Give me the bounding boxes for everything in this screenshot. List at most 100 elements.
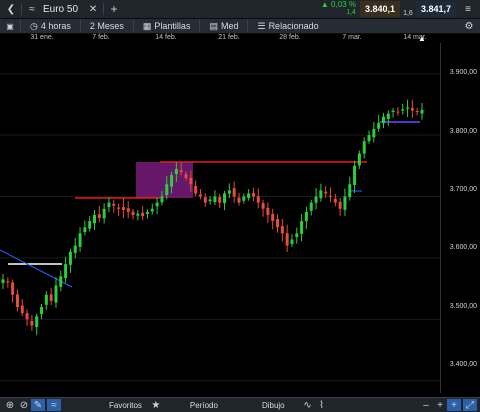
candle-body xyxy=(121,207,125,211)
interval-selector[interactable]: ◷ 4 horas xyxy=(24,19,77,33)
candle-body xyxy=(251,192,255,197)
chart-type-icon[interactable]: ≈ xyxy=(25,4,39,15)
candle-body xyxy=(223,193,227,204)
layout-icon[interactable]: ▣ xyxy=(3,22,17,31)
candle-body xyxy=(237,197,241,203)
candle-body xyxy=(59,276,63,287)
candle-body xyxy=(406,107,410,109)
indicator-icon: ▤ xyxy=(209,20,218,31)
indicator-label: Med xyxy=(220,21,239,31)
date-label: 28 feb. xyxy=(279,34,301,41)
chart-toolbar: ▣ ◷ 4 horas 2 Meses ▦ Plantillas ▤ Med ☰… xyxy=(0,19,480,34)
chart-grid xyxy=(0,73,440,382)
candle-body xyxy=(107,202,111,208)
candle-body xyxy=(261,203,265,209)
spread: 1,6 xyxy=(403,10,413,17)
candle-body xyxy=(112,203,116,206)
candle-body xyxy=(88,221,92,229)
top-bar: ❮ ≈ Euro 50 ✕ + ▲ 0,03 % 1,4 3.840,1 1,6… xyxy=(0,0,480,19)
candle-body xyxy=(377,122,381,129)
candle-body xyxy=(218,196,222,203)
candle-body xyxy=(136,213,140,216)
candle-body xyxy=(174,168,178,175)
candle-body xyxy=(420,109,424,114)
candle-body xyxy=(242,196,246,201)
bottom-bar: ⊕ ⊘ ✎ ≈ Favoritos ★ Período Dibujo ∿ ⌇ –… xyxy=(0,397,480,412)
candle-body xyxy=(213,196,217,203)
ask-price: 3.841,7 xyxy=(420,4,451,14)
price-axis: 3.900,00 3.800,00 3.700,00 3.600,00 3.50… xyxy=(440,43,480,393)
back-arrow-icon[interactable]: ❮ xyxy=(4,4,18,15)
price-label: 3.900,00 xyxy=(449,69,477,76)
separator xyxy=(247,20,249,32)
zoom-in-icon[interactable]: + xyxy=(433,400,447,411)
drawing-tab[interactable]: Dibujo xyxy=(254,401,293,410)
candle-body xyxy=(150,208,154,212)
related-label: Relacionado xyxy=(268,21,319,31)
candle-body xyxy=(338,201,342,209)
templates-label: Plantillas xyxy=(154,21,191,31)
cursor-icon[interactable]: ⊕ xyxy=(3,400,17,411)
favorites-tab[interactable]: Favoritos xyxy=(101,401,150,410)
fullscreen-icon[interactable]: ⤢ xyxy=(463,399,477,411)
pencil-icon[interactable]: ✎ xyxy=(31,399,45,411)
range-label: 2 Meses xyxy=(89,21,124,31)
separator xyxy=(21,3,22,15)
candle-body xyxy=(40,307,44,314)
menu-icon[interactable]: ≡ xyxy=(460,4,476,15)
candle-body xyxy=(300,221,304,234)
ruler-icon[interactable]: ⌇ xyxy=(315,400,329,411)
date-label: 14 feb. xyxy=(155,34,177,41)
candle-body xyxy=(328,195,332,197)
candle-body xyxy=(1,279,5,284)
candle-body xyxy=(285,233,289,246)
candle-body xyxy=(227,190,231,194)
period-tab[interactable]: Período xyxy=(182,401,226,410)
candle-body xyxy=(304,211,308,222)
candle-body xyxy=(194,185,198,194)
zoom-out-icon[interactable]: – xyxy=(419,400,433,411)
separator xyxy=(20,20,21,32)
templates-icon: ▦ xyxy=(142,20,152,31)
close-tab-icon[interactable]: ✕ xyxy=(86,4,100,15)
home-icon[interactable]: ▲ xyxy=(418,34,426,43)
hide-icon[interactable]: ⊘ xyxy=(17,400,31,411)
instrument-name[interactable]: Euro 50 xyxy=(43,4,78,15)
price-label: 3.400,00 xyxy=(449,361,477,368)
candle-body xyxy=(271,214,275,222)
candle-body xyxy=(415,110,419,112)
curve-icon[interactable]: ∿ xyxy=(301,400,315,411)
bid-price-box[interactable]: 3.840,1 xyxy=(359,1,400,17)
candle-body xyxy=(348,184,352,198)
price-label: 3.600,00 xyxy=(449,244,477,251)
templates-button[interactable]: ▦ Plantillas xyxy=(137,19,197,33)
change-abs: 1,4 xyxy=(346,9,356,16)
candle-body xyxy=(30,320,34,326)
add-tab-icon[interactable]: + xyxy=(107,2,121,16)
candle-body xyxy=(189,177,193,185)
price-chart[interactable] xyxy=(0,43,440,393)
date-label: 31 ene. xyxy=(30,34,54,41)
candle-body xyxy=(44,294,48,305)
candle-body xyxy=(208,199,212,202)
candle-body xyxy=(357,153,361,166)
magnet-icon[interactable]: ≈ xyxy=(47,399,61,411)
star-icon[interactable]: ★ xyxy=(150,400,162,411)
settings-icon[interactable]: ⚙ xyxy=(462,21,476,32)
candle-body xyxy=(386,113,390,119)
candle-body xyxy=(49,294,53,301)
candle-body xyxy=(372,128,376,138)
candle-body xyxy=(401,109,405,111)
range-selector[interactable]: 2 Meses xyxy=(84,19,130,33)
ask-price-box[interactable]: 3.841,7 xyxy=(415,1,456,17)
related-button[interactable]: ☰ Relacionado xyxy=(251,19,324,33)
indicator-button[interactable]: ▤ Med xyxy=(203,19,244,33)
candle-body xyxy=(117,207,121,209)
date-label: 7 feb. xyxy=(92,34,110,41)
candle-body xyxy=(353,165,357,185)
crosshair-icon[interactable]: + xyxy=(447,399,461,411)
candle-body xyxy=(280,226,284,234)
date-label: 21 feb. xyxy=(218,34,240,41)
candle-body xyxy=(155,202,159,207)
candle-body xyxy=(131,211,135,215)
